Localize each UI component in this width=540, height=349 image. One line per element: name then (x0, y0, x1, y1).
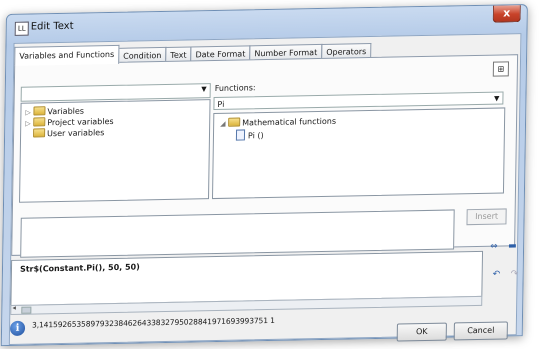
tree-item-project-variables[interactable]: ▷ Project variables (25, 116, 114, 128)
scrollbar-thumb[interactable] (21, 306, 32, 314)
tree-view-icon: ⊞ (497, 64, 505, 74)
tree-item-mathematical-functions[interactable]: ◢ Mathematical functions (220, 116, 336, 128)
variables-functions-panel: ⊞ ▼ Functions: Pi ▼ ▷ Variables ▷ Project … (11, 54, 519, 258)
redo-icon[interactable]: ↷ (511, 269, 519, 279)
ok-button[interactable]: OK (396, 322, 447, 342)
functions-tree: ◢ Mathematical functions Pi () (211, 107, 506, 200)
wrap-icon[interactable]: ⇔ (490, 242, 498, 252)
tree-view-button[interactable]: ⊞ (492, 61, 510, 77)
expand-icon[interactable]: ▷ (25, 108, 33, 117)
collapse-icon[interactable]: ◢ (220, 120, 228, 128)
edit-text-dialog: LL Edit Text x Variables and Functions C… (0, 3, 528, 347)
variables-tree: ▷ Variables ▷ Project variables User varia… (19, 99, 211, 203)
dropdown-arrow-icon: ▼ (201, 85, 207, 94)
function-description (20, 209, 455, 258)
function-icon (235, 129, 246, 141)
dropdown-arrow-icon: ▼ (493, 94, 500, 103)
format-icon[interactable]: ▬ (508, 241, 517, 251)
functions-dropdown[interactable]: Pi ▼ (213, 91, 504, 111)
undo-icon[interactable]: ↶ (493, 270, 501, 280)
functions-label: Functions: (214, 83, 256, 94)
folder-icon (33, 128, 46, 138)
folder-icon (33, 117, 46, 127)
functions-dropdown-value: Pi (217, 99, 225, 109)
close-button[interactable]: x (492, 5, 521, 23)
expand-icon[interactable]: ▷ (25, 119, 33, 128)
folder-icon (33, 106, 46, 116)
tree-item-pi-function[interactable]: Pi () (235, 129, 264, 141)
scroll-left-icon[interactable]: ◂ (12, 304, 16, 312)
insert-button[interactable]: Insert (466, 208, 507, 226)
tab-variables-functions[interactable]: Variables and Functions (14, 44, 120, 66)
window-icon: LL (14, 21, 29, 36)
window-title: Edit Text (30, 20, 74, 33)
tree-item-variables[interactable]: ▷ Variables (25, 106, 84, 117)
expression-text: Str$(Constant.Pi(), 50, 50) (19, 262, 140, 274)
close-icon: x (503, 6, 511, 20)
folder-icon (228, 117, 241, 127)
tree-item-user-variables[interactable]: User variables (25, 127, 104, 139)
